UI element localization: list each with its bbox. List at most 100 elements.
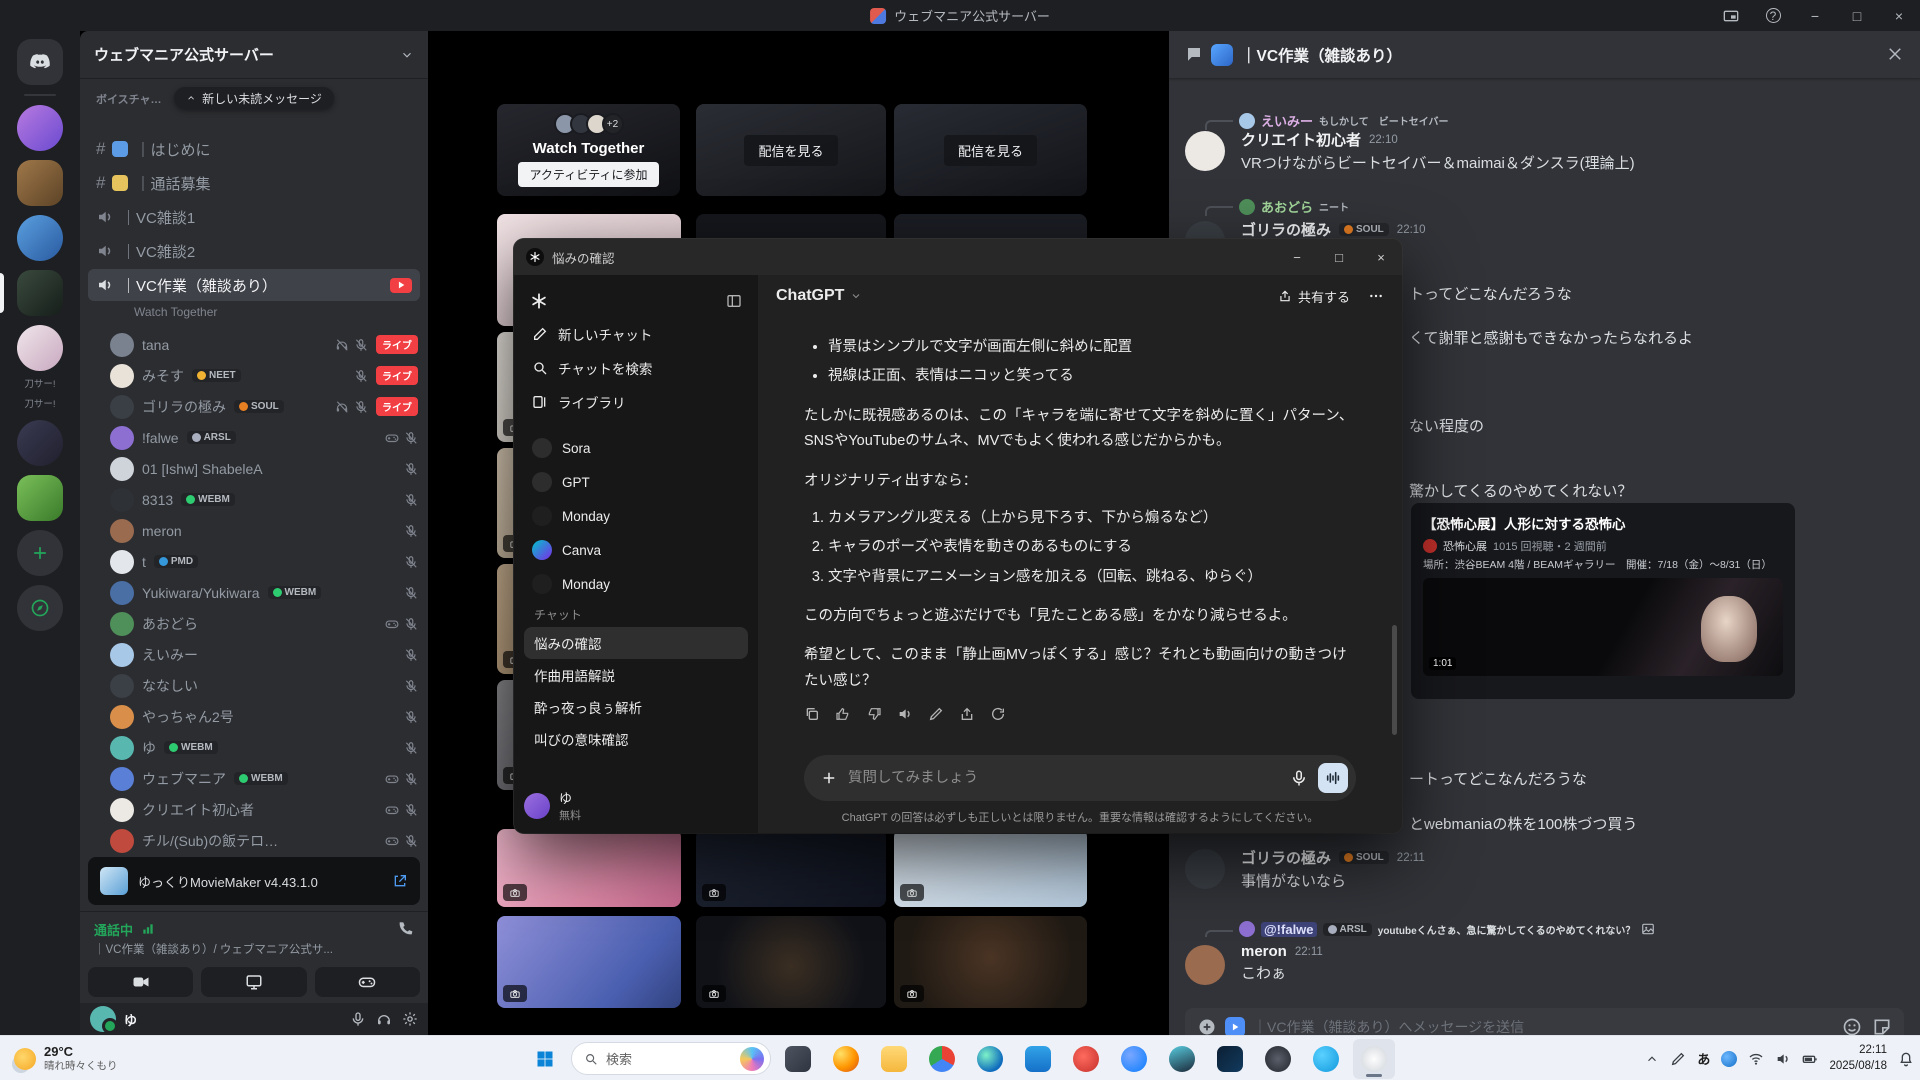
message-author[interactable]: ゴリラの極み bbox=[1241, 219, 1331, 240]
moviemaker-notification[interactable]: ゆっくりMovieMaker v4.43.1.0 bbox=[88, 857, 420, 905]
mic-icon[interactable] bbox=[350, 1011, 366, 1027]
prompt-input[interactable] bbox=[848, 770, 1280, 786]
task-view-icon[interactable] bbox=[777, 1039, 819, 1079]
stream-preview-card[interactable]: 配信を見る bbox=[894, 104, 1087, 196]
steam-icon[interactable] bbox=[1161, 1039, 1203, 1079]
channel-hajimeni[interactable]: ｜はじめに bbox=[88, 133, 420, 165]
server-folder-label[interactable]: 刀サー! bbox=[8, 400, 72, 411]
line-icon[interactable] bbox=[1305, 1039, 1347, 1079]
new-unread-messages-pill[interactable]: 新しい未読メッセージ bbox=[174, 87, 334, 109]
notification-center-icon[interactable] bbox=[1898, 1051, 1914, 1067]
sidebar-app-item[interactable]: Sora bbox=[524, 431, 748, 465]
sidebar-app-item[interactable]: Canva bbox=[524, 533, 748, 567]
server-icon-5[interactable] bbox=[17, 325, 63, 371]
add-server-button[interactable] bbox=[17, 530, 63, 576]
battery-icon[interactable] bbox=[1802, 1051, 1818, 1067]
emoji-icon[interactable] bbox=[1842, 1017, 1862, 1035]
avatar[interactable] bbox=[1185, 945, 1225, 985]
voice-member-row[interactable]: t PMD bbox=[80, 546, 428, 577]
voice-member-row[interactable]: ゴリラの極み SOUL ライブ bbox=[80, 391, 428, 422]
volume-icon[interactable] bbox=[1775, 1051, 1791, 1067]
tray-chevron-up-icon[interactable] bbox=[1645, 1052, 1659, 1066]
channel-vc-zatsudan1[interactable]: ｜VC雑談1 bbox=[88, 201, 420, 233]
library-button[interactable]: ライブラリ bbox=[524, 385, 748, 419]
more-options-icon[interactable] bbox=[1368, 288, 1384, 304]
image-thumbnail[interactable] bbox=[894, 829, 1087, 907]
pen-icon[interactable] bbox=[1670, 1051, 1686, 1067]
message-author[interactable]: ゴリラの極み bbox=[1241, 847, 1331, 868]
voice-member-row[interactable]: ななしい bbox=[80, 670, 428, 701]
start-button[interactable] bbox=[525, 1039, 565, 1079]
voice-mode-button[interactable] bbox=[1318, 763, 1348, 793]
join-activity-button[interactable]: アクティビティに参加 bbox=[518, 162, 660, 187]
image-thumbnail[interactable] bbox=[497, 829, 681, 907]
account-row[interactable]: ゆ 無料 bbox=[524, 788, 581, 823]
video-thumbnail[interactable]: 1:01 bbox=[1423, 578, 1783, 676]
chat-history-item[interactable]: 酔っ夜っ良ぅ解析 bbox=[524, 691, 748, 723]
discord-home-button[interactable] bbox=[17, 39, 63, 85]
sticker-icon[interactable] bbox=[1872, 1017, 1892, 1035]
watch-stream-button[interactable]: 配信を見る bbox=[944, 135, 1037, 166]
share-button[interactable]: 共有する bbox=[1278, 287, 1350, 306]
message-author[interactable]: クリエイト初心者 bbox=[1241, 129, 1361, 150]
watch-together-card[interactable]: +2 Watch Together アクティビティに参加 bbox=[497, 104, 680, 196]
channel-vc-zatsudan2[interactable]: ｜VC雑談2 bbox=[88, 235, 420, 267]
close-button[interactable]: × bbox=[1878, 0, 1920, 31]
sidebar-app-item[interactable]: Monday bbox=[524, 567, 748, 601]
taskbar-search[interactable]: 検索 bbox=[571, 1042, 771, 1075]
collapse-sidebar-icon[interactable] bbox=[726, 292, 742, 310]
voice-member-row[interactable]: えいみー bbox=[80, 639, 428, 670]
channel-tsuwabosyu[interactable]: ｜通話募集 bbox=[88, 167, 420, 199]
screenshare-button[interactable] bbox=[201, 967, 306, 997]
close-icon[interactable] bbox=[1886, 45, 1904, 63]
disconnect-call-button[interactable] bbox=[396, 920, 414, 938]
attach-plus-icon[interactable] bbox=[1197, 1017, 1217, 1035]
voice-member-row[interactable]: みそす NEET ライブ bbox=[80, 360, 428, 391]
image-thumbnail[interactable] bbox=[497, 916, 681, 1008]
server-icon-2[interactable] bbox=[17, 160, 63, 206]
sidebar-app-item[interactable]: GPT bbox=[524, 465, 748, 499]
server-icon-webmania-selected[interactable] bbox=[17, 270, 63, 316]
maximize-button[interactable]: □ bbox=[1318, 239, 1360, 275]
explorer-folder-icon[interactable] bbox=[873, 1039, 915, 1079]
help-button[interactable]: ? bbox=[1752, 0, 1794, 31]
store-icon[interactable] bbox=[1017, 1039, 1059, 1079]
embed-title[interactable]: 【恐怖心展】人形に対する恐怖心 bbox=[1423, 513, 1783, 533]
search-chats-button[interactable]: チャットを検索 bbox=[524, 351, 748, 385]
voice-member-row[interactable]: クリエイト初心者 bbox=[80, 794, 428, 825]
new-chat-button[interactable]: 新しいチャット bbox=[524, 317, 748, 351]
popout-icon[interactable] bbox=[392, 872, 408, 890]
voice-member-row[interactable]: !falwe ARSL bbox=[80, 422, 428, 453]
maximize-button[interactable]: □ bbox=[1836, 0, 1878, 31]
youtube-icon[interactable] bbox=[1065, 1039, 1107, 1079]
chatgpt-icon[interactable] bbox=[1353, 1039, 1395, 1079]
ime-indicator[interactable]: あ bbox=[1697, 1049, 1710, 1068]
model-selector[interactable]: ChatGPT bbox=[776, 287, 862, 305]
image-thumbnail[interactable] bbox=[894, 916, 1087, 1008]
activity-button[interactable] bbox=[315, 967, 420, 997]
minimize-button[interactable]: − bbox=[1794, 0, 1836, 31]
settings-gear-icon[interactable] bbox=[402, 1011, 418, 1027]
headphones-icon[interactable] bbox=[376, 1011, 392, 1027]
server-icon-6[interactable] bbox=[17, 420, 63, 466]
reply-context[interactable]: あおどら ニート bbox=[1169, 197, 1904, 216]
voice-member-row[interactable]: 01 [Ishw] ShabeleA bbox=[80, 453, 428, 484]
wifi-icon[interactable] bbox=[1748, 1051, 1764, 1067]
voice-member-row[interactable]: 8313 WEBM bbox=[80, 484, 428, 515]
youtube-embed[interactable]: 【恐怖心展】人形に対する恐怖心 恐怖心展 1015 回視聴・2 週間前 場所：渋… bbox=[1411, 503, 1795, 699]
edit-icon[interactable] bbox=[928, 706, 944, 722]
edge-icon[interactable] bbox=[969, 1039, 1011, 1079]
regenerate-icon[interactable] bbox=[990, 706, 1006, 722]
taskbar-clock[interactable]: 22:11 2025/08/18 bbox=[1829, 1043, 1887, 1074]
dictate-mic-icon[interactable] bbox=[1290, 769, 1308, 787]
voice-member-row[interactable]: Yukiwara/Yukiwara WEBM bbox=[80, 577, 428, 608]
voice-member-row[interactable]: あおどら bbox=[80, 608, 428, 639]
embed-channel[interactable]: 恐怖心展 bbox=[1443, 538, 1487, 554]
voice-member-row[interactable]: meron bbox=[80, 515, 428, 546]
share-response-icon[interactable] bbox=[959, 706, 975, 722]
minimize-button[interactable]: − bbox=[1276, 239, 1318, 275]
channel-vc-sagyo-selected[interactable]: ｜VC作業（雑談あり） bbox=[88, 269, 420, 301]
voice-member-row[interactable]: tana ライブ bbox=[80, 329, 428, 360]
chatgpt-titlebar[interactable]: 悩みの確認 − □ × bbox=[514, 239, 1402, 275]
avatar[interactable] bbox=[1185, 131, 1225, 171]
